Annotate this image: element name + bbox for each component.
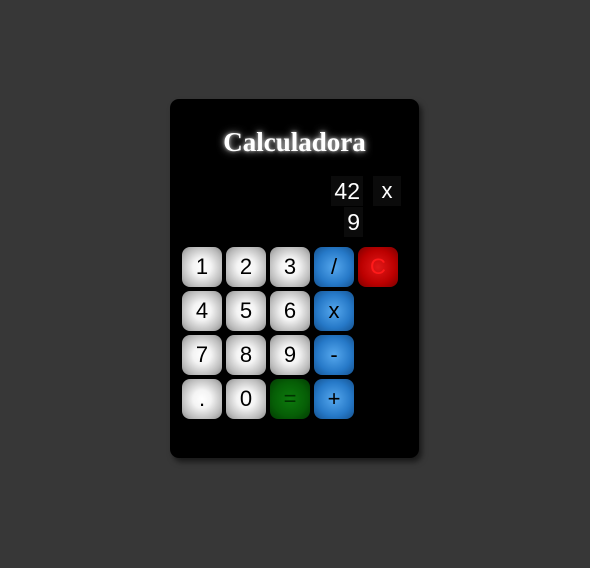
subtract-button[interactable]: -: [314, 335, 354, 375]
key-1[interactable]: 1: [182, 247, 222, 287]
key-4[interactable]: 4: [182, 291, 222, 331]
key-2[interactable]: 2: [226, 247, 266, 287]
key-5[interactable]: 5: [226, 291, 266, 331]
display-second-operand: 9: [344, 207, 363, 237]
key-0[interactable]: 0: [226, 379, 266, 419]
key-8[interactable]: 8: [226, 335, 266, 375]
key-6[interactable]: 6: [270, 291, 310, 331]
decimal-button[interactable]: .: [182, 379, 222, 419]
calculator-panel: Calculadora 42 x 9 1 2 3 / C 4 5 6 x 7 8…: [170, 99, 419, 458]
display-first-operand: 42: [331, 176, 363, 206]
key-7[interactable]: 7: [182, 335, 222, 375]
display-operator: x: [373, 176, 401, 206]
multiply-button[interactable]: x: [314, 291, 354, 331]
divide-button[interactable]: /: [314, 247, 354, 287]
clear-button[interactable]: C: [358, 247, 398, 287]
equals-button[interactable]: =: [270, 379, 310, 419]
key-9[interactable]: 9: [270, 335, 310, 375]
key-3[interactable]: 3: [270, 247, 310, 287]
add-button[interactable]: +: [314, 379, 354, 419]
calculator-title: Calculadora: [223, 127, 366, 157]
